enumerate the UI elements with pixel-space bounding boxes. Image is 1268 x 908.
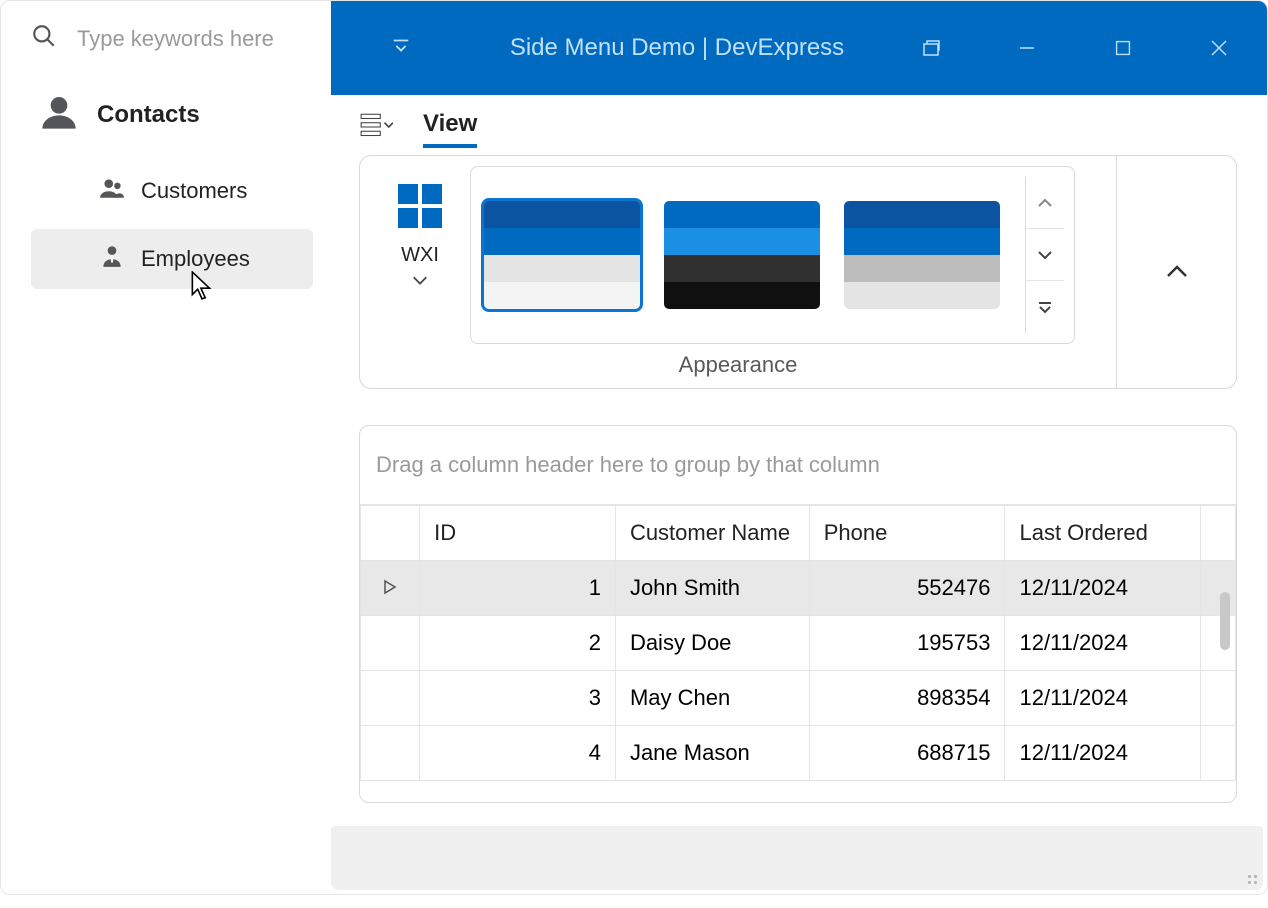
- scrollbar-gutter: [1201, 506, 1236, 561]
- table-row[interactable]: 4Jane Mason68871512/11/2024: [361, 726, 1236, 781]
- sidebar-item-customers[interactable]: Customers: [31, 161, 313, 221]
- search-icon: [31, 23, 57, 54]
- table-row[interactable]: 3May Chen89835412/11/2024: [361, 671, 1236, 726]
- theme-swatch-2[interactable]: [841, 198, 1003, 312]
- ribbon-appearance-group: WXI Appearance: [359, 155, 1237, 389]
- tab-view[interactable]: View: [423, 110, 477, 148]
- grid-vertical-scrollbar[interactable]: [1220, 592, 1230, 650]
- sidebar-item-label: Customers: [141, 178, 247, 204]
- gallery-scroll-down[interactable]: [1026, 229, 1064, 281]
- sidebar-item-employees[interactable]: Employees: [31, 229, 313, 289]
- ribbon-collapse-button[interactable]: [1116, 156, 1236, 388]
- cell-last-ordered[interactable]: 12/11/2024: [1005, 561, 1201, 616]
- windows-tiles-icon: [398, 184, 442, 228]
- sidebar-item-label: Employees: [141, 246, 250, 272]
- cell-last-ordered[interactable]: 12/11/2024: [1005, 726, 1201, 781]
- cell-scroll-gutter: [1201, 726, 1236, 781]
- contacts-icon: [39, 92, 79, 137]
- close-button[interactable]: [1171, 1, 1267, 95]
- cell-scroll-gutter: [1201, 561, 1236, 616]
- cell-scroll-gutter: [1201, 671, 1236, 726]
- employees-icon: [99, 243, 125, 275]
- skin-picker-button[interactable]: WXI: [380, 166, 460, 287]
- customers-icon: [99, 175, 125, 207]
- table-row[interactable]: 2Daisy Doe19575312/11/2024: [361, 616, 1236, 671]
- sidebar: Contacts Customers Employees: [1, 1, 331, 894]
- skin-picker-label: WXI: [401, 244, 439, 267]
- cell-last-ordered[interactable]: 12/11/2024: [1005, 671, 1201, 726]
- main-area: Side Menu Demo | DevExpress: [331, 1, 1267, 894]
- data-grid[interactable]: Drag a column header here to group by th…: [359, 425, 1237, 803]
- row-indicator: [361, 726, 420, 781]
- cell-name[interactable]: May Chen: [615, 671, 809, 726]
- row-indicator: [361, 616, 420, 671]
- minimize-button[interactable]: [979, 1, 1075, 95]
- cell-phone[interactable]: 688715: [809, 726, 1005, 781]
- maximize-button[interactable]: [1075, 1, 1171, 95]
- ribbon-group-label: Appearance: [360, 346, 1116, 388]
- gallery-dropdown[interactable]: [1026, 281, 1064, 333]
- cell-name[interactable]: Jane Mason: [615, 726, 809, 781]
- gallery-scroll-up[interactable]: [1026, 177, 1064, 229]
- table-row[interactable]: 1John Smith55247612/11/2024: [361, 561, 1236, 616]
- cell-phone[interactable]: 195753: [809, 616, 1005, 671]
- row-indicator: [361, 671, 420, 726]
- ribbon-options-button[interactable]: [359, 112, 393, 147]
- cell-last-ordered[interactable]: 12/11/2024: [1005, 616, 1201, 671]
- theme-gallery: [470, 166, 1075, 344]
- search-input[interactable]: [77, 26, 311, 52]
- cell-name[interactable]: John Smith: [615, 561, 809, 616]
- cell-phone[interactable]: 898354: [809, 671, 1005, 726]
- column-header-row: ID Customer Name Phone Last Ordered: [361, 506, 1236, 561]
- group-panel[interactable]: Drag a column header here to group by th…: [360, 426, 1236, 505]
- cell-phone[interactable]: 552476: [809, 561, 1005, 616]
- quick-access-dropdown-icon[interactable]: [390, 35, 412, 62]
- sidebar-group-title: Contacts: [97, 101, 200, 129]
- restore-down-button[interactable]: [883, 1, 979, 95]
- window-title: Side Menu Demo | DevExpress: [471, 34, 883, 62]
- indicator-header: [361, 506, 420, 561]
- theme-swatch-1[interactable]: [661, 198, 823, 312]
- cell-id[interactable]: 4: [420, 726, 616, 781]
- chevron-down-icon: [411, 273, 429, 287]
- column-header-name[interactable]: Customer Name: [615, 506, 809, 561]
- row-indicator: [361, 561, 420, 616]
- cell-id[interactable]: 3: [420, 671, 616, 726]
- cell-name[interactable]: Daisy Doe: [615, 616, 809, 671]
- cell-id[interactable]: 2: [420, 616, 616, 671]
- cell-scroll-gutter: [1201, 616, 1236, 671]
- titlebar: Side Menu Demo | DevExpress: [331, 1, 1267, 95]
- resize-grip[interactable]: [1243, 870, 1257, 884]
- status-bar: [331, 826, 1263, 890]
- column-header-last[interactable]: Last Ordered: [1005, 506, 1201, 561]
- column-header-id[interactable]: ID: [420, 506, 616, 561]
- theme-swatch-0[interactable]: [481, 198, 643, 312]
- column-header-phone[interactable]: Phone: [809, 506, 1005, 561]
- sidebar-group-contacts[interactable]: Contacts: [1, 72, 331, 157]
- cell-id[interactable]: 1: [420, 561, 616, 616]
